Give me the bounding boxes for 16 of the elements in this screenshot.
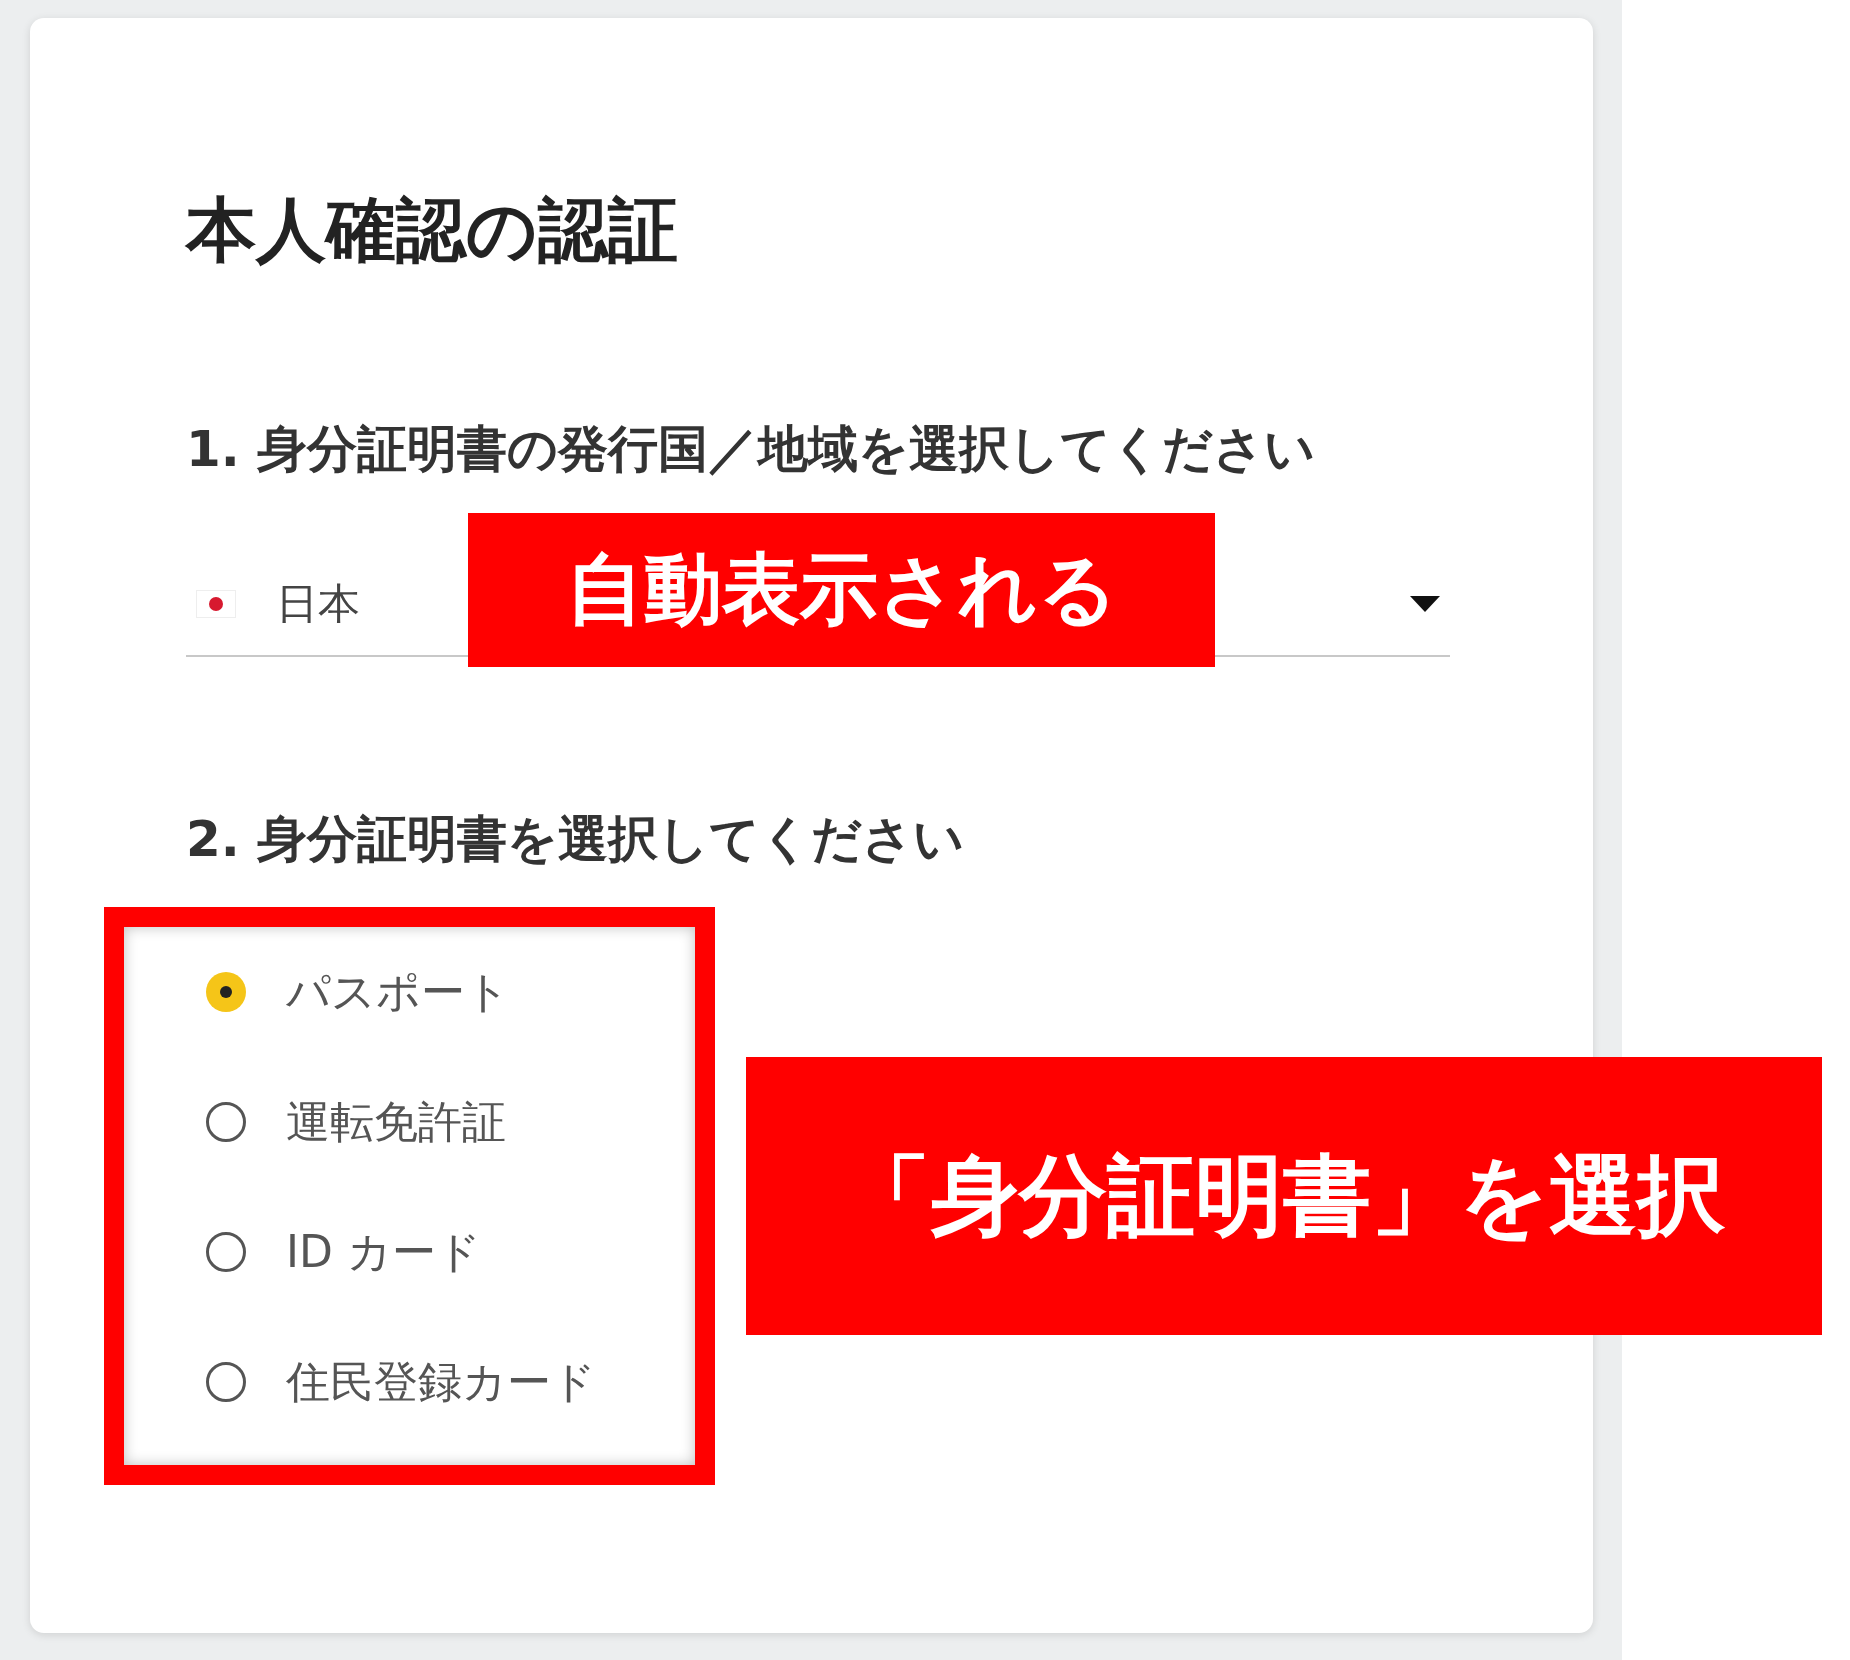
option-label: パスポート — [286, 964, 510, 1019]
radio-button[interactable] — [206, 1232, 246, 1272]
radio-button[interactable] — [206, 972, 246, 1012]
page-title: 本人確認の認証 — [186, 188, 679, 273]
country-select[interactable]: 日本 — [196, 576, 360, 632]
option-label: ID カード — [286, 1224, 481, 1279]
step-label: 1. 身分証明書の発行国／地域を選択してください — [186, 419, 1317, 480]
option-label: 住民登録カード — [286, 1354, 596, 1409]
radio-button[interactable] — [206, 1102, 246, 1142]
flag-icon — [196, 590, 236, 618]
radio-button[interactable] — [206, 1362, 246, 1402]
caret-icon[interactable] — [1410, 596, 1440, 612]
option-label: 運転免許証 — [286, 1094, 506, 1149]
annotation-callout: 「身分証明書」を選択 — [746, 1057, 1822, 1335]
annotation-callout: 自動表示される — [468, 513, 1215, 667]
step-label: 2. 身分証明書を選択してください — [186, 809, 966, 870]
